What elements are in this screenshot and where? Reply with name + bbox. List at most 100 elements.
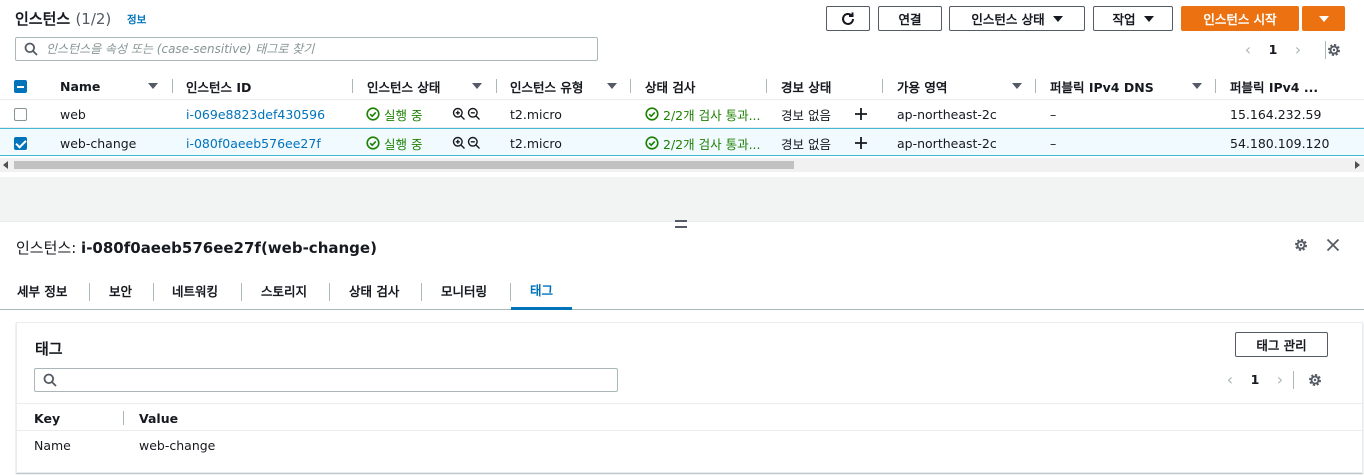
launch-instances-button[interactable]: 인스턴스 시작 (1181, 6, 1299, 31)
column-resizer[interactable] (766, 79, 767, 93)
column-resizer[interactable] (1215, 79, 1216, 93)
check-circle-icon (645, 107, 659, 121)
col-key[interactable]: Key (34, 404, 60, 432)
col-instance-id[interactable]: 인스턴스 ID (186, 72, 251, 100)
divider (1293, 371, 1294, 389)
tab-status-checks[interactable]: 상태 검사 (349, 272, 399, 309)
col-alarm-status[interactable]: 경보 상태 (781, 72, 831, 100)
check-circle-icon (366, 107, 380, 121)
search-icon (24, 42, 38, 56)
settings-gear-icon[interactable] (1326, 42, 1342, 58)
next-page-icon[interactable]: › (1288, 40, 1308, 59)
manage-tags-button[interactable]: 태그 관리 (1235, 332, 1328, 357)
column-resizer[interactable] (1035, 79, 1036, 93)
zoom-out-icon[interactable] (467, 100, 481, 128)
close-icon[interactable] (1326, 238, 1340, 252)
zoom-in-icon[interactable] (452, 129, 466, 157)
row-checkbox[interactable] (14, 129, 27, 157)
instance-id-link[interactable]: i-069e8823def430596 (186, 100, 325, 128)
previous-page-icon[interactable]: ‹ (1238, 40, 1258, 59)
availability-zone: ap-northeast-2c (897, 106, 997, 122)
alarm-status: 경보 없음 (781, 107, 831, 123)
next-page-icon[interactable]: › (1270, 370, 1290, 389)
search-input[interactable] (46, 42, 597, 56)
instances-panel: 인스턴스 (1/2) 정보 연결 인스턴스 상태 작업 인스턴스 시작 ‹ 1 … (0, 0, 1364, 177)
caret-down-icon (1318, 15, 1329, 22)
sort-icon[interactable] (607, 83, 617, 89)
instance-name: web-change (60, 135, 137, 151)
scrollbar-thumb[interactable] (14, 161, 794, 169)
sort-icon[interactable] (1192, 83, 1202, 89)
row-checkbox[interactable] (14, 100, 27, 128)
col-instance-type[interactable]: 인스턴스 유형 (510, 72, 583, 100)
column-resizer[interactable] (630, 79, 631, 93)
col-public-ip[interactable]: 퍼블릭 IPv4 ... (1230, 72, 1318, 100)
instance-state: 실행 중 (366, 100, 422, 128)
pagination: ‹ 1 › (1238, 40, 1308, 59)
tags-search-input[interactable] (65, 373, 617, 387)
caret-down-icon (1143, 15, 1154, 22)
instance-id-link[interactable]: i-080f0aeeb576ee27f (186, 129, 321, 157)
divider (329, 283, 330, 301)
tab-monitoring[interactable]: 모니터링 (441, 272, 487, 309)
col-availability-zone[interactable]: 가용 영역 (897, 72, 947, 100)
instance-type: t2.micro (510, 135, 562, 151)
sort-icon[interactable] (148, 83, 158, 89)
col-instance-state[interactable]: 인스턴스 상태 (367, 72, 440, 100)
actions-dropdown[interactable]: 작업 (1093, 6, 1173, 31)
settings-gear-icon[interactable] (1307, 372, 1323, 388)
public-dns: – (1050, 106, 1057, 122)
public-dns: – (1050, 135, 1057, 151)
divider (241, 283, 242, 301)
caret-down-icon (1052, 15, 1063, 22)
col-public-dns[interactable]: 퍼블릭 IPv4 DNS (1050, 72, 1154, 100)
launch-options-dropdown[interactable] (1302, 6, 1345, 31)
column-resizer[interactable] (496, 79, 497, 93)
sort-icon[interactable] (1012, 83, 1022, 89)
column-resizer[interactable] (172, 79, 173, 93)
horizontal-scrollbar[interactable] (0, 158, 1364, 172)
status-check: 2/2개 검사 통과... (645, 100, 760, 128)
previous-page-icon[interactable]: ‹ (1220, 370, 1240, 389)
column-resizer[interactable] (352, 79, 353, 93)
tab-storage[interactable]: 스토리지 (261, 272, 307, 309)
info-link[interactable]: 정보 (127, 12, 146, 27)
page-title: 인스턴스 (1/2) (15, 10, 112, 28)
tags-title: 태그 (35, 340, 63, 358)
availability-zone: ap-northeast-2c (897, 135, 997, 151)
col-status-check[interactable]: 상태 검사 (645, 72, 695, 100)
zoom-in-icon[interactable] (452, 100, 466, 128)
add-alarm-icon[interactable] (854, 100, 868, 128)
tags-container: 태그 태그 관리 ‹ 1 › Key Value Name web-change (16, 322, 1363, 473)
tab-networking[interactable]: 네트워킹 (172, 272, 218, 309)
divider (421, 283, 422, 301)
column-resizer[interactable] (123, 411, 124, 425)
alarm-status: 경보 없음 (781, 136, 831, 152)
add-alarm-icon[interactable] (854, 129, 868, 157)
connect-button[interactable]: 연결 (878, 6, 942, 31)
tab-tags[interactable]: 태그 (511, 272, 572, 310)
current-page[interactable]: 1 (1258, 42, 1288, 57)
panel-settings-icon[interactable] (1293, 237, 1309, 253)
sort-icon[interactable] (472, 83, 482, 89)
resize-handle-icon[interactable] (675, 220, 687, 228)
instances-table-header: Name 인스턴스 ID 인스턴스 상태 인스턴스 유형 상태 검사 경보 상태… (0, 72, 1364, 100)
refresh-button[interactable] (826, 6, 870, 31)
tag-value: web-change (139, 437, 216, 453)
table-row[interactable]: web-change i-080f0aeeb576ee27f 실행 중 t2.m… (0, 128, 1364, 156)
col-name[interactable]: Name (60, 72, 100, 100)
table-row[interactable]: web i-069e8823def430596 실행 중 t2.micro 2/… (0, 100, 1364, 128)
current-page[interactable]: 1 (1240, 372, 1270, 387)
col-value[interactable]: Value (139, 404, 178, 432)
scroll-left-icon[interactable] (3, 161, 8, 169)
tab-security[interactable]: 보안 (109, 272, 132, 309)
tags-table-header: Key Value (17, 403, 1362, 431)
instance-state-dropdown[interactable]: 인스턴스 상태 (949, 6, 1085, 31)
column-resizer[interactable] (882, 79, 883, 93)
detail-title: 인스턴스: i-080f0aeeb576ee27f(web-change) (16, 239, 377, 257)
zoom-out-icon[interactable] (467, 129, 481, 157)
selection-count: (1/2) (75, 10, 112, 28)
select-all-checkbox[interactable] (14, 72, 27, 100)
scroll-right-icon[interactable] (1355, 161, 1360, 169)
tab-details[interactable]: 세부 정보 (17, 272, 67, 309)
